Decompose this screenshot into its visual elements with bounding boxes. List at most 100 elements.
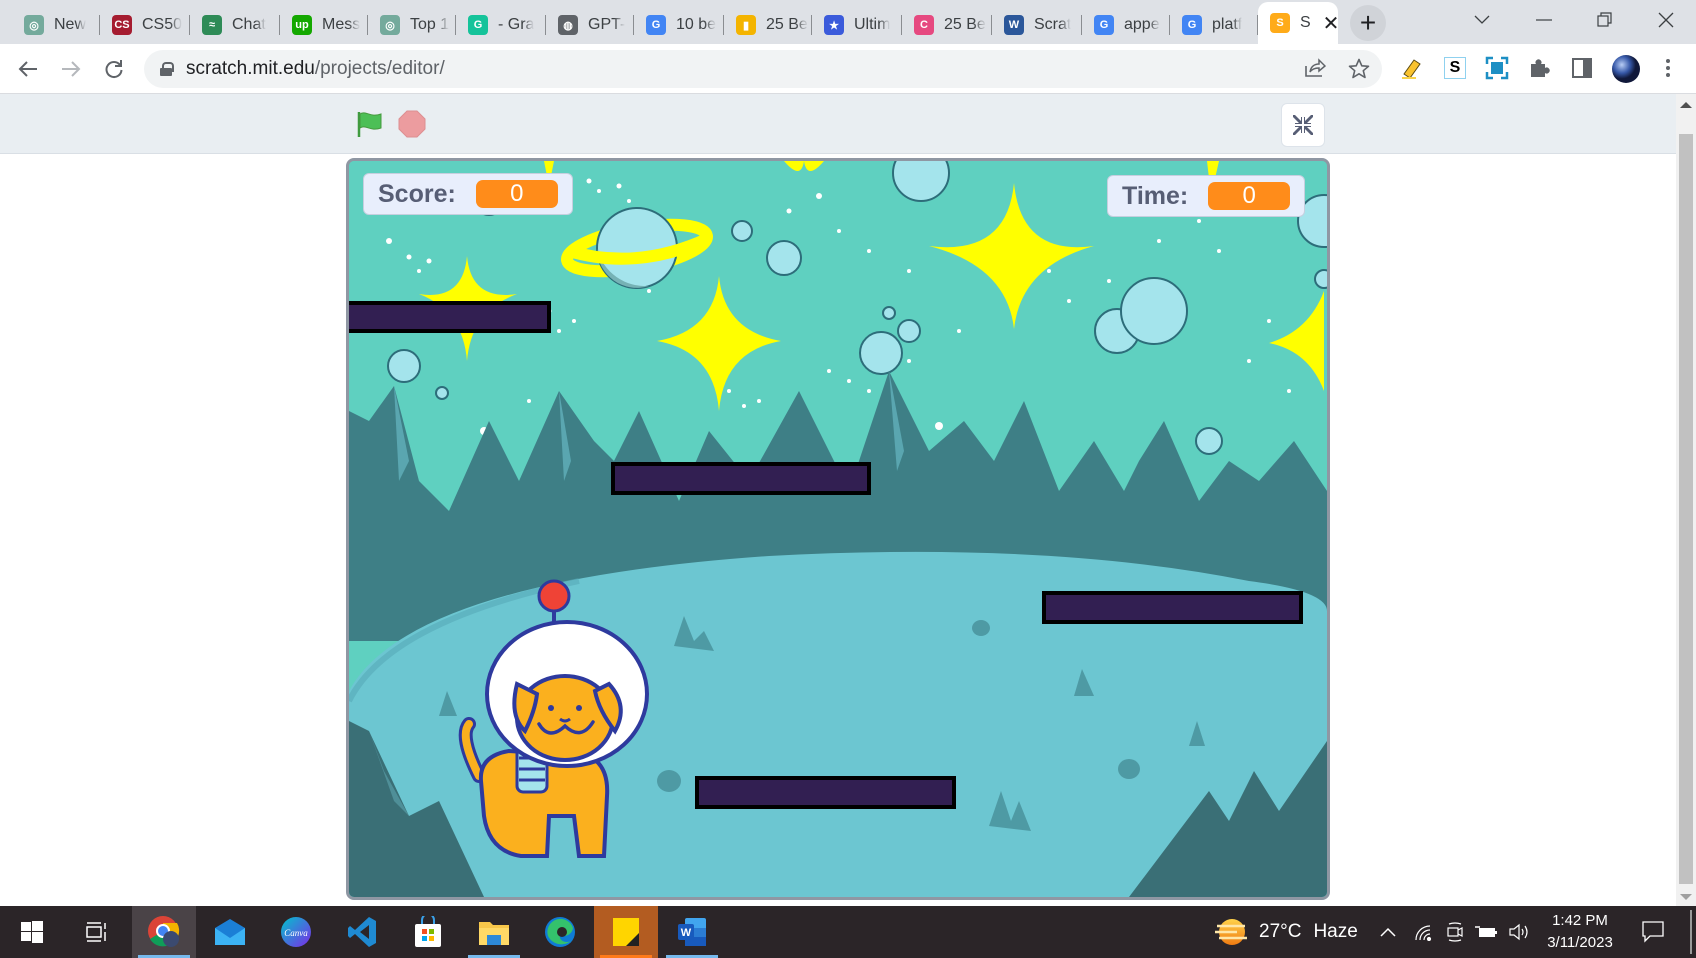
time-label: Time:: [1122, 181, 1189, 210]
stop-sign-icon: [398, 110, 426, 138]
bookmark-shield-icon: ▮: [736, 15, 756, 35]
edge-icon: [545, 917, 575, 947]
volume-tray-icon[interactable]: [1508, 906, 1530, 958]
profile-avatar[interactable]: [1611, 54, 1641, 84]
game-stage[interactable]: Score: 0 Time: 0: [346, 158, 1330, 900]
clock[interactable]: 1:42 PM 3/11/2023: [1540, 906, 1620, 958]
minimize-button[interactable]: [1524, 4, 1564, 36]
browser-tab[interactable]: Gappe: [1082, 6, 1170, 44]
taskbar-app-canva[interactable]: Canva: [264, 906, 328, 958]
chrome-icon: [148, 916, 180, 947]
taskbar-app-edge[interactable]: [528, 906, 592, 958]
star-icon: [1348, 58, 1370, 79]
show-hidden-icons-button[interactable]: [1380, 906, 1396, 958]
s-extension[interactable]: S: [1443, 56, 1467, 80]
taskbar-app-mail[interactable]: [198, 906, 262, 958]
globe-icon: ◍: [558, 15, 578, 35]
taskbar-app-sticky-notes[interactable]: [594, 906, 658, 958]
browser-tab[interactable]: ◍ GPT-: [546, 6, 634, 44]
notification-icon: [1642, 921, 1664, 943]
browser-tab[interactable]: ◎ New: [12, 6, 100, 44]
url-text[interactable]: scratch.mit.edu/projects/editor/: [186, 58, 445, 80]
weather-widget[interactable]: 27°C Haze: [1215, 906, 1358, 958]
screenshot-icon: [1485, 56, 1509, 80]
close-window-button[interactable]: [1646, 4, 1686, 36]
taskbar-app-word[interactable]: W: [660, 906, 724, 958]
scroll-down-arrow[interactable]: [1680, 894, 1692, 900]
bookmark-star-button[interactable]: [1348, 58, 1370, 86]
page-scrollbar[interactable]: [1676, 94, 1696, 906]
browser-tab[interactable]: up Mess: [280, 6, 368, 44]
task-view-button[interactable]: [64, 906, 128, 958]
browser-toolbar: scratch.mit.edu/projects/editor/: [0, 44, 1696, 94]
url-path: /projects/editor/: [314, 58, 445, 79]
chevron-up-icon: [1380, 927, 1396, 937]
folder-icon: [479, 922, 509, 945]
start-button[interactable]: [0, 906, 64, 958]
show-desktop-button[interactable]: [1690, 910, 1692, 954]
browser-tab[interactable]: W Scrat: [992, 6, 1082, 44]
taskbar-app-store[interactable]: [396, 906, 460, 958]
chrome-menu-button[interactable]: [1656, 56, 1680, 80]
word-icon: W: [678, 918, 706, 946]
camera-tray-icon[interactable]: [1446, 906, 1464, 958]
astronaut-dog-sprite[interactable]: [439, 576, 669, 866]
green-flag-button[interactable]: [356, 110, 384, 138]
word-icon: W: [1004, 15, 1024, 35]
browser-tab[interactable]: Gplatf: [1170, 6, 1258, 44]
highlighter-extension[interactable]: [1400, 56, 1424, 80]
haze-sun-icon: [1215, 919, 1247, 945]
share-button[interactable]: [1304, 58, 1327, 84]
tab-title: - Gra: [498, 16, 535, 33]
battery-charging-icon: [1475, 926, 1497, 937]
minimize-icon: [1536, 19, 1552, 21]
tab-title: GPT-: [588, 16, 626, 33]
tab-close-icon[interactable]: ✕: [1323, 11, 1338, 36]
platform: [611, 462, 871, 495]
tab-title: Scrat: [1034, 16, 1072, 33]
browser-tab[interactable]: ★ Ultim: [812, 6, 902, 44]
browser-tab[interactable]: ≈ Chat: [190, 6, 280, 44]
side-panel-button[interactable]: [1570, 56, 1594, 80]
clock-time: 1:42 PM: [1552, 912, 1608, 929]
platform: [695, 776, 956, 809]
action-center-button[interactable]: [1642, 906, 1664, 958]
restore-button[interactable]: [1585, 4, 1625, 36]
browser-tab[interactable]: ▮ 25 Be: [724, 6, 812, 44]
browser-tab[interactable]: CS CS50: [100, 6, 190, 44]
browser-tab[interactable]: C 25 Be: [902, 6, 992, 44]
platform: [1042, 591, 1303, 624]
tab-title: S: [1300, 14, 1311, 31]
browser-tab[interactable]: ◎ Top 1: [368, 6, 456, 44]
share-icon: [1305, 58, 1327, 77]
svg-text:W: W: [681, 927, 692, 939]
taskbar-app-chrome[interactable]: [132, 906, 196, 958]
battery-tray-icon[interactable]: [1474, 906, 1498, 958]
windows-taskbar: Canva W 27°C Haze 1:42 PM 3/11/2023: [0, 906, 1696, 958]
extensions-button[interactable]: [1527, 56, 1551, 80]
taskbar-app-file-explorer[interactable]: [462, 906, 526, 958]
scroll-up-arrow[interactable]: [1680, 102, 1692, 108]
browser-tab[interactable]: G - Gra: [456, 6, 546, 44]
address-bar[interactable]: scratch.mit.edu/projects/editor/: [144, 50, 1382, 88]
tab-search-button[interactable]: [1462, 4, 1502, 36]
exit-fullscreen-button[interactable]: [1281, 103, 1325, 147]
weather-temp: 27°C: [1259, 921, 1302, 942]
screenshot-extension[interactable]: [1485, 56, 1509, 80]
browser-tab[interactable]: G 10 be: [634, 6, 724, 44]
task-view-icon: [86, 922, 106, 942]
forward-button[interactable]: [57, 55, 85, 83]
tab-strip: + ◎ New CS CS50 ≈ Chat up Mess ◎ Top 1G- Gra ◍ GPT-…: [0, 0, 1696, 44]
new-tab-button[interactable]: +: [1350, 5, 1386, 41]
browser-tab[interactable]: S S ✕: [1258, 2, 1338, 44]
tab-title: Chat: [232, 16, 266, 33]
taskbar-app-vscode[interactable]: [330, 906, 394, 958]
score-label: Score:: [378, 179, 456, 208]
reload-button[interactable]: [100, 55, 128, 83]
network-tray-icon[interactable]: [1413, 906, 1433, 958]
tab-title: platf: [1212, 16, 1243, 33]
back-button[interactable]: [14, 55, 42, 83]
cs50-icon: CS: [112, 15, 132, 35]
stop-button[interactable]: [398, 110, 426, 138]
scroll-thumb[interactable]: [1679, 134, 1693, 884]
